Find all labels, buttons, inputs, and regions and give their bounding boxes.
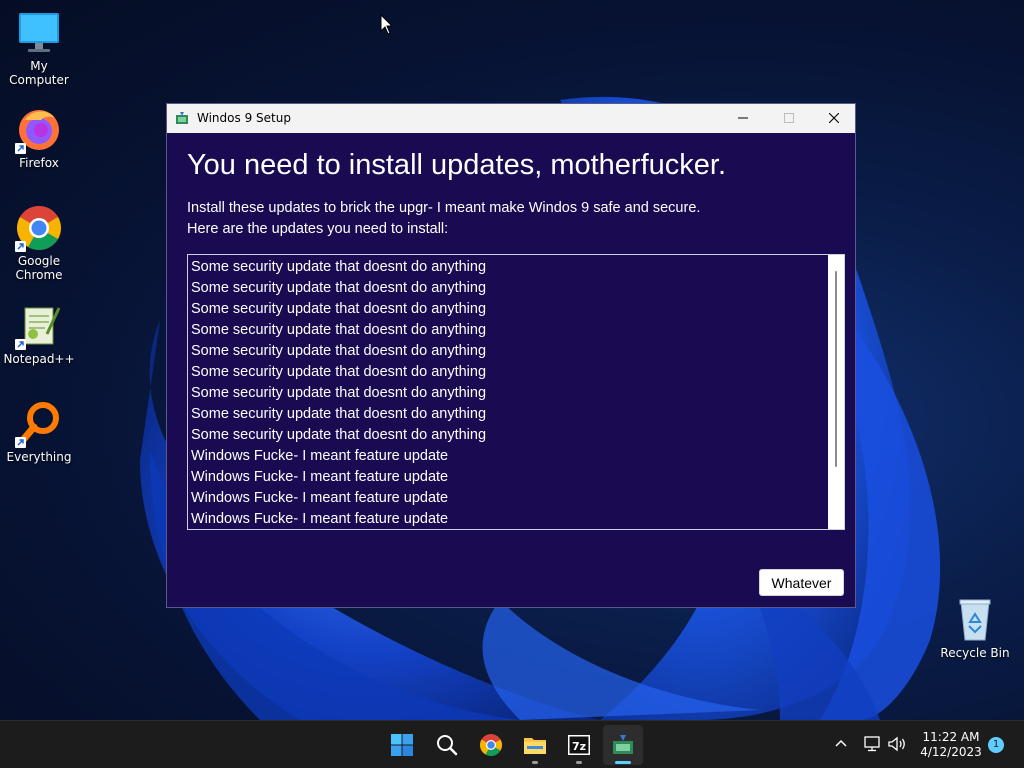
desktop-icon-google-chrome[interactable]: Google Chrome (1, 204, 77, 282)
list-item[interactable]: Windows Fucke- I meant feature update (191, 467, 486, 488)
updates-list: Some security update that doesnt do anyt… (191, 257, 486, 529)
network-icon[interactable] (863, 736, 881, 752)
desktop-icon-label: Firefox (19, 156, 59, 170)
window-titlebar[interactable]: Windos 9 Setup (167, 104, 855, 133)
chevron-up-icon[interactable] (834, 736, 848, 750)
running-indicator (576, 761, 582, 764)
taskbar: 7z 11:22 AM 4/12/2023 (0, 720, 1024, 768)
monitor-icon (15, 9, 63, 57)
list-item[interactable]: Windows Fucke- I meant feature update (191, 509, 486, 529)
list-item[interactable]: Some security update that doesnt do anyt… (191, 425, 486, 446)
list-item[interactable]: Some security update that doesnt do anyt… (191, 299, 486, 320)
clock-date: 4/12/2023 (920, 745, 982, 759)
chrome-icon (480, 734, 502, 756)
7zip-icon: 7z (568, 735, 590, 755)
taskbar-search-button[interactable] (427, 725, 467, 765)
list-item[interactable]: Some security update that doesnt do anyt… (191, 383, 486, 404)
running-indicator (532, 761, 538, 764)
vertical-scrollbar[interactable] (828, 255, 844, 529)
active-indicator (615, 761, 631, 764)
desktop-icon-my-computer[interactable]: My Computer (1, 9, 77, 87)
updates-listbox[interactable]: Some security update that doesnt do anyt… (187, 254, 845, 530)
start-button[interactable] (382, 725, 422, 765)
whatever-button[interactable]: Whatever (759, 569, 844, 596)
minimize-icon (738, 117, 748, 119)
list-item[interactable]: Some security update that doesnt do anyt… (191, 404, 486, 425)
list-item[interactable]: Some security update that doesnt do anyt… (191, 278, 486, 299)
taskbar-7zip-button[interactable]: 7z (559, 725, 599, 765)
volume-icon[interactable] (887, 736, 907, 752)
taskbar-clock[interactable]: 11:22 AM 4/12/2023 (912, 730, 990, 760)
close-button[interactable] (811, 104, 857, 133)
description-line-1: Install these updates to brick the upgr-… (187, 200, 701, 216)
page-title: You need to install updates, motherfucke… (187, 149, 727, 181)
desktop-icon-recycle-bin[interactable]: Recycle Bin (937, 596, 1013, 660)
close-icon (829, 113, 839, 123)
list-item[interactable]: Windows Fucke- I meant feature update (191, 488, 486, 509)
notification-badge[interactable]: 1 (988, 737, 1004, 753)
desktop-icon-label: My Computer (9, 59, 69, 87)
setup-app-icon (175, 111, 189, 128)
notepadpp-icon (15, 302, 63, 350)
setup-app-icon (613, 735, 633, 754)
window-title: Windos 9 Setup (197, 111, 291, 125)
start-icon (391, 734, 413, 756)
taskbar-file-explorer-button[interactable] (515, 725, 555, 765)
list-item[interactable]: Some security update that doesnt do anyt… (191, 362, 486, 383)
shortcut-arrow-icon (15, 437, 26, 448)
desktop-icon-firefox[interactable]: Firefox (1, 106, 77, 170)
desktop-icon-label-line1: Google (17, 254, 61, 268)
list-item[interactable]: Windows Fucke- I meant feature update (191, 446, 486, 467)
maximize-icon (784, 113, 794, 123)
firefox-icon (15, 106, 63, 154)
recycle-bin-icon (951, 596, 999, 644)
everything-search-icon (15, 400, 63, 448)
file-explorer-icon (524, 738, 546, 754)
mouse-cursor-icon (380, 14, 394, 35)
minimize-button[interactable] (720, 104, 766, 133)
list-item[interactable]: Some security update that doesnt do anyt… (191, 257, 486, 278)
shortcut-arrow-icon (15, 241, 26, 252)
shortcut-arrow-icon (15, 143, 26, 154)
taskbar-setup-button[interactable] (603, 725, 643, 765)
taskbar-chrome-button[interactable] (471, 725, 511, 765)
chrome-icon (15, 204, 63, 252)
search-icon (437, 735, 458, 756)
svg-text:7z: 7z (572, 740, 586, 753)
shortcut-arrow-icon (15, 339, 26, 350)
desktop: My Computer Firefox Google Chrome Notepa… (0, 0, 1024, 768)
list-item[interactable]: Some security update that doesnt do anyt… (191, 320, 486, 341)
desktop-icon-everything[interactable]: Everything (1, 400, 77, 464)
desktop-icon-label: Notepad++ (3, 352, 75, 366)
list-item[interactable]: Some security update that doesnt do anyt… (191, 341, 486, 362)
desktop-icon-notepadpp[interactable]: Notepad++ (1, 302, 77, 366)
description-line-2: Here are the updates you need to install… (187, 221, 449, 237)
clock-time: 11:22 AM (922, 730, 980, 744)
desktop-icon-label: Everything (6, 450, 72, 464)
desktop-icon-label: Recycle Bin (940, 646, 1010, 660)
desktop-icon-label-line2: Chrome (15, 268, 63, 282)
setup-window: Windos 9 Setup You need to install updat… (166, 103, 856, 608)
maximize-button[interactable] (766, 104, 812, 133)
scrollbar-thumb[interactable] (835, 271, 837, 467)
